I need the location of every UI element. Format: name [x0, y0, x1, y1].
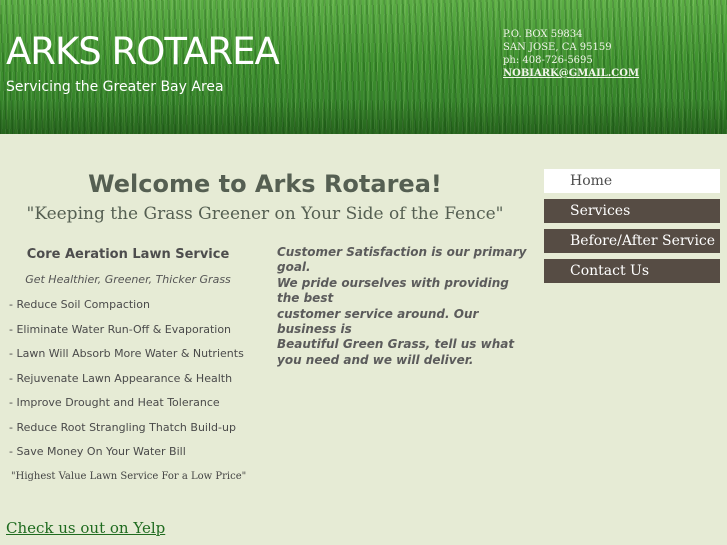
contact-city: SAN JOSE, CA 95159: [503, 42, 612, 53]
list-item: - Eliminate Water Run-Off & Evaporation: [9, 322, 232, 336]
list-item: - Save Money On Your Water Bill: [9, 445, 186, 458]
nav-item-services[interactable]: Services: [544, 199, 720, 223]
page-title: Welcome to Arks Rotarea!: [88, 170, 442, 198]
contact-info: P.O. BOX 59834 SAN JOSE, CA 95159 ph: 40…: [503, 28, 639, 80]
service-title: Core Aeration Lawn Service: [26, 247, 230, 262]
nav-item-home[interactable]: Home: [544, 169, 720, 193]
benefits-list: - Reduce Soil Compaction - Eliminate Wat…: [9, 298, 244, 470]
satisfaction-line: Beautiful Green Grass, tell us what you …: [277, 337, 515, 367]
list-item: - Rejuvenate Lawn Appearance & Health: [9, 371, 233, 385]
contact-po-box: P.O. BOX 59834: [503, 29, 583, 40]
list-item: - Reduce Root Strangling Thatch Build-up: [9, 420, 236, 434]
contact-email-link[interactable]: NOBIARK@GMAIL.COM: [503, 67, 639, 80]
list-item: - Reduce Soil Compaction: [9, 298, 150, 311]
site-tagline: Servicing the Greater Bay Area: [6, 79, 224, 95]
page-subtitle: "Keeping the Grass Greener on Your Side …: [26, 204, 504, 224]
satisfaction-line: Customer Satisfaction is our primary goa…: [277, 245, 527, 275]
list-item: - Improve Drought and Heat Tolerance: [9, 396, 220, 409]
side-nav: Home Services Before/After Service Conta…: [544, 169, 720, 289]
list-item: - Lawn Will Absorb More Water & Nutrient…: [9, 347, 244, 360]
satisfaction-line: customer service around. Our business is: [277, 306, 479, 337]
service-subtitle: Get Healthier, Greener, Thicker Grass: [25, 273, 231, 286]
yelp-link[interactable]: Check us out on Yelp: [6, 519, 165, 537]
header-banner: ARKS ROTAREA Servicing the Greater Bay A…: [0, 0, 727, 134]
nav-item-contact[interactable]: Contact Us: [544, 259, 720, 283]
service-quote: "Highest Value Lawn Service For a Low Pr…: [11, 471, 247, 482]
site-title: ARKS ROTAREA: [6, 30, 280, 73]
nav-item-before-after[interactable]: Before/After Service: [544, 229, 720, 253]
contact-phone: ph: 408-726-5695: [503, 55, 593, 66]
satisfaction-line: We pride ourselves with providing the be…: [277, 275, 509, 306]
satisfaction-statement: Customer Satisfaction is our primary goa…: [277, 245, 527, 368]
